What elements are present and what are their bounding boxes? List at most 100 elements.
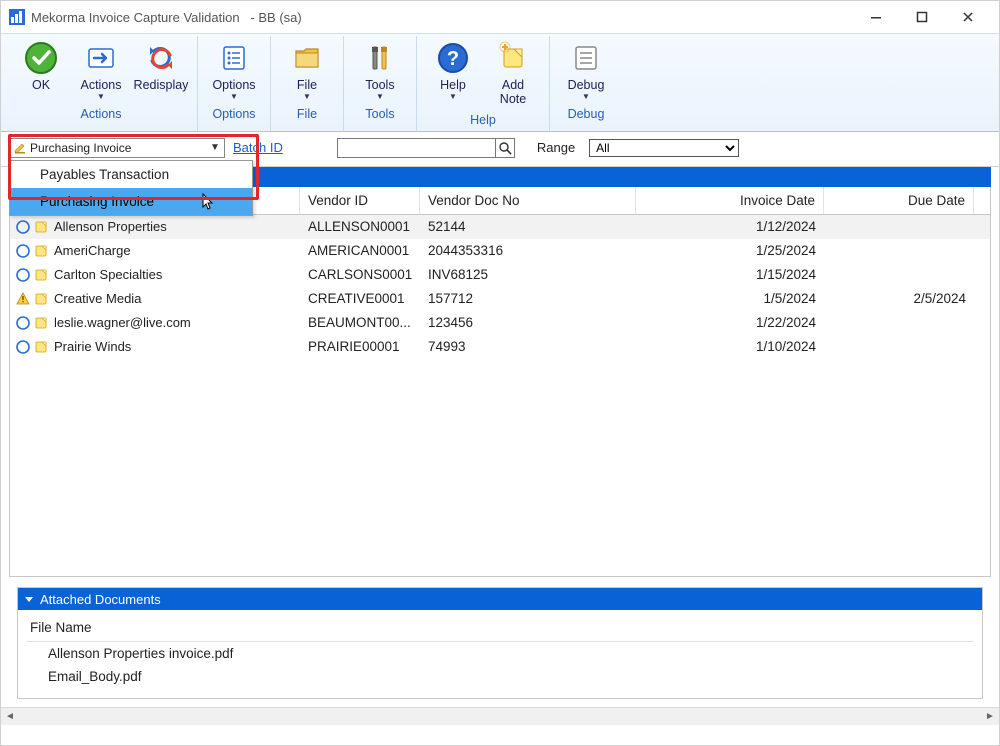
scroll-track[interactable] xyxy=(19,708,981,726)
ribbon-actions-button[interactable]: Actions▼ xyxy=(71,36,131,105)
row-due-date xyxy=(824,335,974,359)
title-context: - BB (sa) xyxy=(250,10,301,25)
dropdown-option-purchasing-label: Purchasing Invoice xyxy=(40,194,154,209)
debug-icon xyxy=(568,40,604,76)
dropdown-option-payables[interactable]: Payables Transaction xyxy=(10,161,252,188)
row-due-date xyxy=(824,263,974,287)
col-vendor-doc-no[interactable]: Vendor Doc No xyxy=(420,187,636,214)
row-doc-no: 157712 xyxy=(420,287,636,311)
search-input[interactable] xyxy=(337,138,495,158)
row-doc-no: INV68125 xyxy=(420,263,636,287)
row-due-date xyxy=(824,239,974,263)
main-content: Vendor ID Vendor Doc No Invoice Date Due… xyxy=(1,167,999,707)
ribbon-group-debug: Debug▼Debug xyxy=(549,36,622,131)
row-vendor-name: Creative Media xyxy=(54,291,300,306)
row-invoice-date: 1/15/2024 xyxy=(636,263,824,287)
chevron-down-icon: ▼ xyxy=(230,92,238,101)
file-icon xyxy=(289,40,325,76)
row-status-icons xyxy=(10,268,54,282)
close-button[interactable] xyxy=(945,1,991,33)
ribbon-options-button[interactable]: Options▼ xyxy=(204,36,264,105)
row-due-date xyxy=(824,311,974,335)
search-icon xyxy=(498,141,512,155)
row-status-icons xyxy=(10,292,54,306)
scroll-left-button[interactable]: ◄ xyxy=(1,708,19,726)
ribbon-file-button[interactable]: File▼ xyxy=(277,36,337,105)
row-vendor-id: AMERICAN0001 xyxy=(300,239,420,263)
document-type-dropdown-list: Payables Transaction Purchasing Invoice xyxy=(9,160,253,216)
ribbon-redisplay-label: Redisplay xyxy=(134,78,189,92)
row-vendor-id: ALLENSON0001 xyxy=(300,215,420,239)
range-label: Range xyxy=(537,140,575,155)
attached-documents-header[interactable]: Attached Documents xyxy=(18,588,982,610)
ribbon-group-label: Help xyxy=(423,111,543,131)
range-select[interactable]: All xyxy=(589,139,739,157)
row-doc-no: 2044353316 xyxy=(420,239,636,263)
ribbon-toolbar: OKActions▼RedisplayActionsOptions▼Option… xyxy=(1,33,999,132)
attached-file-item[interactable]: Allenson Properties invoice.pdf xyxy=(26,642,974,665)
horizontal-scrollbar[interactable]: ◄ ► xyxy=(1,707,999,725)
chevron-down-icon: ▼ xyxy=(303,92,311,101)
window-title: Mekorma Invoice Capture Validation - BB … xyxy=(31,10,302,25)
row-vendor-id: BEAUMONT00... xyxy=(300,311,420,335)
help-icon: ? xyxy=(435,40,471,76)
ribbon-file-label: File xyxy=(297,78,317,92)
table-row[interactable]: Prairie WindsPRAIRIE00001749931/10/2024 xyxy=(10,335,990,359)
row-vendor-name: AmeriCharge xyxy=(54,243,300,258)
svg-text:?: ? xyxy=(447,48,459,70)
collapse-icon[interactable] xyxy=(24,594,34,604)
row-vendor-id: PRAIRIE00001 xyxy=(300,335,420,359)
batch-id-link[interactable]: Batch ID xyxy=(233,140,283,155)
table-row[interactable]: leslie.wagner@live.comBEAUMONT00...12345… xyxy=(10,311,990,335)
ribbon-debug-button[interactable]: Debug▼ xyxy=(556,36,616,105)
ribbon-tools-button[interactable]: Tools▼ xyxy=(350,36,410,105)
ribbon-group-label: Tools xyxy=(350,105,410,125)
table-row[interactable]: Carlton SpecialtiesCARLSONS0001INV681251… xyxy=(10,263,990,287)
chevron-down-icon: ▼ xyxy=(582,92,590,101)
ribbon-addnote-button[interactable]: Add Note xyxy=(483,36,543,111)
ribbon-actions-label: Actions xyxy=(81,78,122,92)
col-invoice-date[interactable]: Invoice Date xyxy=(636,187,824,214)
ribbon-group-tools: Tools▼Tools xyxy=(343,36,416,131)
ribbon-group-actions: OKActions▼Redisplay Actions xyxy=(5,36,197,131)
grid-body[interactable]: Allenson PropertiesALLENSON0001521441/12… xyxy=(9,215,991,577)
col-vendor-id[interactable]: Vendor ID xyxy=(300,187,420,214)
chevron-down-icon: ▼ xyxy=(449,92,457,101)
row-vendor-name: leslie.wagner@live.com xyxy=(54,315,300,330)
cursor-icon xyxy=(202,193,216,211)
col-due-date[interactable]: Due Date xyxy=(824,187,974,214)
attached-column-filename[interactable]: File Name xyxy=(26,614,974,642)
app-window: Mekorma Invoice Capture Validation - BB … xyxy=(0,0,1000,746)
ribbon-tools-label: Tools xyxy=(365,78,394,92)
row-due-date xyxy=(824,215,974,239)
ribbon-group-label: Debug xyxy=(556,105,616,125)
dropdown-option-purchasing[interactable]: Purchasing Invoice xyxy=(10,188,252,215)
attached-file-item[interactable]: Email_Body.pdf xyxy=(26,665,974,688)
row-status-icons xyxy=(10,220,54,234)
row-invoice-date: 1/22/2024 xyxy=(636,311,824,335)
minimize-button[interactable] xyxy=(853,1,899,33)
table-row[interactable]: AmeriChargeAMERICAN000120443533161/25/20… xyxy=(10,239,990,263)
tools-icon xyxy=(362,40,398,76)
search-button[interactable] xyxy=(495,138,515,158)
attached-documents-panel: Attached Documents File Name Allenson Pr… xyxy=(17,587,983,699)
ribbon-group-help: ?Help▼Add NoteHelp xyxy=(416,36,549,131)
table-row[interactable]: Allenson PropertiesALLENSON0001521441/12… xyxy=(10,215,990,239)
maximize-button[interactable] xyxy=(899,1,945,33)
dropdown-selected-value: Purchasing Invoice xyxy=(30,141,206,155)
redisplay-icon xyxy=(143,40,179,76)
ribbon-help-button[interactable]: ?Help▼ xyxy=(423,36,483,111)
table-row[interactable]: Creative MediaCREATIVE00011577121/5/2024… xyxy=(10,287,990,311)
edit-icon xyxy=(13,141,27,155)
row-status-icons xyxy=(10,316,54,330)
attached-documents-body: File Name Allenson Properties invoice.pd… xyxy=(18,610,982,698)
row-invoice-date: 1/25/2024 xyxy=(636,239,824,263)
search-box xyxy=(337,138,515,158)
chevron-down-icon[interactable]: ▼ xyxy=(206,142,224,153)
document-type-dropdown[interactable]: Purchasing Invoice ▼ xyxy=(9,138,225,158)
ribbon-ok-button[interactable]: OK xyxy=(11,36,71,105)
ribbon-redisplay-button[interactable]: Redisplay xyxy=(131,36,191,105)
row-invoice-date: 1/12/2024 xyxy=(636,215,824,239)
scroll-right-button[interactable]: ► xyxy=(981,708,999,726)
row-doc-no: 52144 xyxy=(420,215,636,239)
